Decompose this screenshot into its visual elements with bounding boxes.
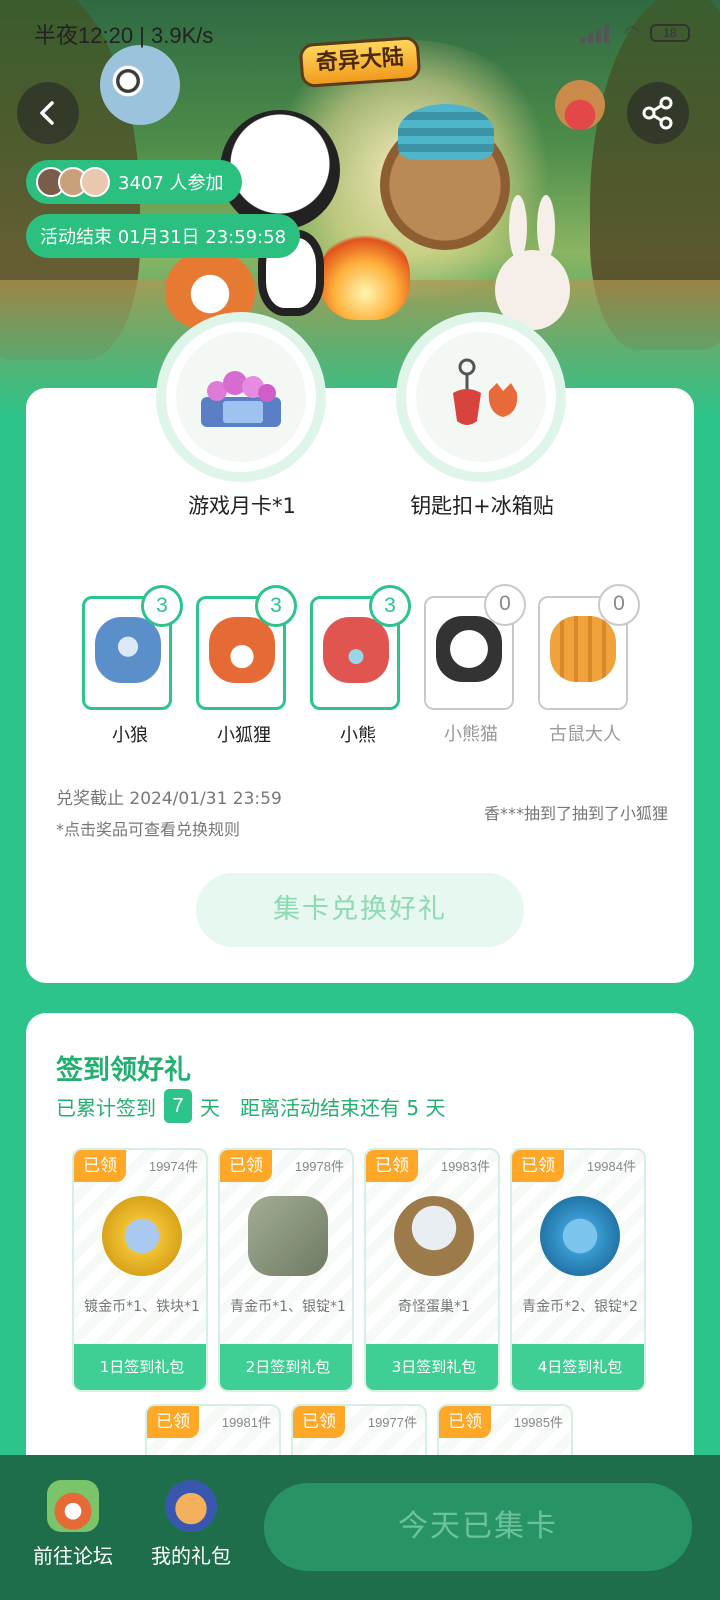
gift-footer: 2日签到礼包 xyxy=(220,1344,352,1390)
claimed-tag: 已领 xyxy=(439,1406,491,1438)
winner-ticker: 香***抽到了抽到了小狐狸 xyxy=(483,804,668,823)
signin-title: 签到领好礼 xyxy=(56,1055,191,1086)
chevron-left-icon xyxy=(40,101,54,125)
gift-desc: 青金币*2、银锭*2 xyxy=(522,1299,638,1315)
prize-keychain[interactable] xyxy=(396,312,566,482)
card-count-badge: 0 xyxy=(598,584,640,626)
signin-gift-day4[interactable]: 已领 19984件 青金币*2、银锭*2 4日签到礼包 xyxy=(510,1148,646,1392)
gift-stock: 19984件 xyxy=(586,1159,636,1174)
participants-badge: 3407 人参加 xyxy=(26,160,242,204)
card-count-badge: 3 xyxy=(369,585,411,627)
claimed-tag: 已领 xyxy=(147,1406,199,1438)
event-end-badge: 活动结束 01月31日 23:59:58 xyxy=(26,214,301,258)
card-name: 小熊猫 xyxy=(444,724,498,745)
fox-icon xyxy=(209,617,275,683)
claimed-tag: 已领 xyxy=(512,1150,564,1182)
gift-stock: 19981件 xyxy=(221,1415,271,1430)
gift-desc: 奇怪蛋巢*1 xyxy=(398,1299,470,1315)
my-gifts-label: 我的礼包 xyxy=(151,1544,231,1568)
card-mouse-lord[interactable]: 0 古鼠大人 xyxy=(538,584,640,745)
card-fox[interactable]: 3 小狐狸 xyxy=(196,585,297,746)
bear-illustration xyxy=(380,104,510,250)
gift-stock: 19978件 xyxy=(294,1159,344,1174)
card-count-badge: 3 xyxy=(141,585,183,627)
remaining-days: 距离活动结束还有 5 天 xyxy=(240,1095,446,1120)
card-name: 小狼 xyxy=(112,725,148,746)
status-bar: 半夜12:20 | 3.9K/s ◠ 18 xyxy=(0,0,720,64)
card-count-badge: 3 xyxy=(255,585,297,627)
ore-icon xyxy=(248,1196,328,1276)
collect-today-button[interactable]: 今天已集卡 xyxy=(264,1483,692,1571)
redeem-deadline: 兑奖截止 2024/01/31 23:59 xyxy=(56,789,282,809)
bird-illustration xyxy=(555,80,605,130)
gem-cart-icon xyxy=(201,371,281,427)
back-button[interactable] xyxy=(17,82,79,144)
signin-gift-day3[interactable]: 已领 19983件 奇怪蛋巢*1 3日签到礼包 xyxy=(364,1148,500,1392)
claimed-tag: 已领 xyxy=(293,1406,345,1438)
gift-desc: 青金币*1、银锭*1 xyxy=(230,1299,346,1315)
gift-footer: 3日签到礼包 xyxy=(366,1344,498,1390)
redeem-note: *点击奖品可查看兑换规则 xyxy=(56,820,241,839)
gift-stock: 19985件 xyxy=(513,1415,563,1430)
my-gifts-nav-button[interactable]: 我的礼包 xyxy=(136,1480,246,1569)
forum-label: 前往论坛 xyxy=(33,1544,113,1568)
prize-label-month-card: 游戏月卡*1 xyxy=(188,494,296,518)
signal-icon xyxy=(580,23,614,43)
claimed-tag: 已领 xyxy=(74,1150,126,1182)
card-name: 小熊 xyxy=(340,725,376,746)
gift-bag-icon xyxy=(165,1480,217,1532)
gift-stock: 19983件 xyxy=(440,1159,490,1174)
share-button[interactable] xyxy=(627,82,689,144)
gift-stock: 19974件 xyxy=(148,1159,198,1174)
gift-stock: 19977件 xyxy=(367,1415,417,1430)
exchange-gift-button[interactable]: 集卡兑换好礼 xyxy=(196,873,524,947)
card-wolf[interactable]: 3 小狼 xyxy=(82,585,183,746)
card-bear[interactable]: 3 小熊 xyxy=(310,585,411,746)
signin-gift-day2[interactable]: 已领 19978件 青金币*1、银锭*1 2日签到礼包 xyxy=(218,1148,354,1392)
card-name: 小狐狸 xyxy=(217,725,271,746)
blue-coin-icon xyxy=(540,1196,620,1276)
status-time: 半夜12:20 | 3.9K/s xyxy=(34,23,214,48)
gift-footer: 1日签到礼包 xyxy=(74,1344,206,1390)
card-count-badge: 0 xyxy=(484,584,526,626)
wolf-icon xyxy=(95,617,161,683)
share-icon xyxy=(642,96,673,130)
battery-icon: 18 xyxy=(650,23,690,42)
bear-icon xyxy=(323,617,389,683)
avatar xyxy=(80,167,110,197)
participants-count: 3407 人参加 xyxy=(118,173,224,194)
gold-coin-icon xyxy=(102,1196,182,1276)
tiger-mouse-icon xyxy=(550,616,616,682)
event-end-time: 活动结束 01月31日 23:59:58 xyxy=(40,227,287,248)
signin-days: 7 xyxy=(164,1089,192,1123)
forum-icon xyxy=(47,1480,99,1532)
forum-nav-button[interactable]: 前往论坛 xyxy=(18,1480,128,1569)
campfire-illustration xyxy=(320,230,410,320)
prize-month-card[interactable] xyxy=(156,312,326,482)
participant-avatars xyxy=(36,167,110,197)
prize-label-keychain: 钥匙扣+冰箱贴 xyxy=(410,494,554,518)
panda-icon xyxy=(436,616,502,682)
claimed-tag: 已领 xyxy=(366,1150,418,1182)
claimed-tag: 已领 xyxy=(220,1150,272,1182)
card-name: 古鼠大人 xyxy=(549,724,621,745)
gift-footer: 4日签到礼包 xyxy=(512,1344,644,1390)
egg-nest-icon xyxy=(394,1196,474,1276)
wifi-icon: ◠ xyxy=(624,22,640,43)
signin-gift-day1[interactable]: 已领 19974件 镀金币*1、铁块*1 1日签到礼包 xyxy=(72,1148,208,1392)
signin-progress: 已累计签到 7 天 距离活动结束还有 5 天 xyxy=(56,1089,445,1123)
keychain-icon xyxy=(453,358,518,425)
gift-desc: 镀金币*1、铁块*1 xyxy=(84,1299,200,1315)
card-panda[interactable]: 0 小熊猫 xyxy=(424,584,526,745)
